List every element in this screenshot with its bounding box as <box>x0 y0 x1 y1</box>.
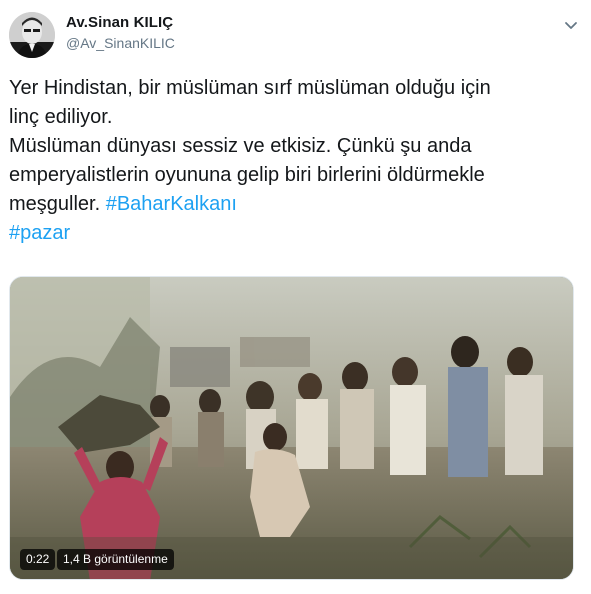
chevron-down-icon[interactable] <box>562 16 580 34</box>
tweet-text: Yer Hindistan, bir müslüman sırf müslüma… <box>9 74 579 248</box>
video-thumbnail <box>10 277 573 579</box>
tweet-text-line: Yer Hindistan, bir müslüman sırf müslüma… <box>9 77 491 99</box>
tweet-text-fragment: meşguller. <box>9 193 101 215</box>
hashtag-link[interactable]: #pazar <box>9 222 70 244</box>
author-display-name[interactable]: Av.Sinan KILIÇ <box>66 14 173 31</box>
avatar-photo <box>9 12 55 58</box>
tweet-text-line: Müslüman dünyası sessiz ve etkisiz. Çünk… <box>9 135 472 157</box>
tweet-text-line: meşguller. #BaharKalkanı <box>9 190 579 219</box>
hashtag-link[interactable]: #BaharKalkanı <box>106 193 237 215</box>
video-views-badge: 1,4 B görüntülenme <box>57 549 174 570</box>
video-player[interactable] <box>9 276 574 580</box>
avatar[interactable] <box>9 12 55 58</box>
tweet-text-line: linç ediliyor. <box>9 106 113 128</box>
tweet-card: Av.Sinan KILIÇ @Av_SinanKILIC Yer Hindis… <box>0 0 591 594</box>
video-duration-badge: 0:22 <box>20 549 56 570</box>
tweet-text-line: emperyalistlerin oyununa gelip biri birl… <box>9 164 485 186</box>
author-handle[interactable]: @Av_SinanKILIC <box>66 35 175 51</box>
tweet-text-line: #pazar <box>9 219 579 248</box>
